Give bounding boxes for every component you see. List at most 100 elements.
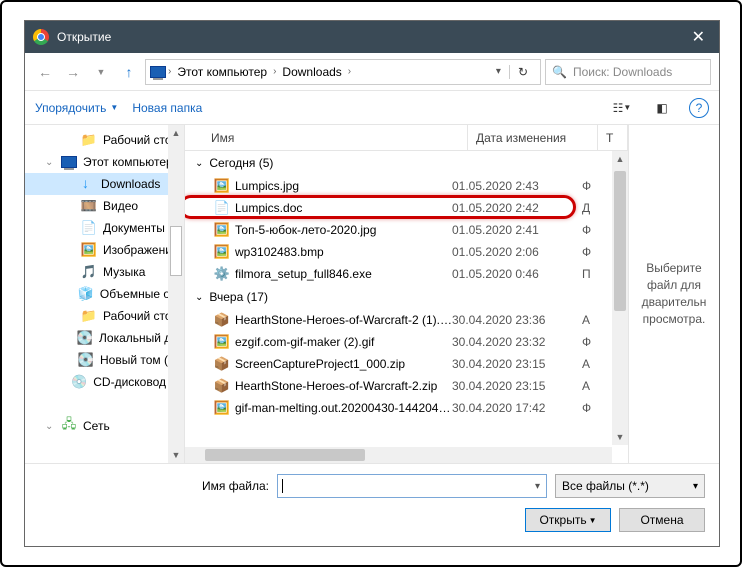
file-icon: 📦 — [213, 378, 231, 394]
file-row[interactable]: 🖼️Lumpics.jpg01.05.2020 2:43Ф — [185, 175, 612, 197]
file-name: Lumpics.doc — [231, 201, 452, 215]
file-type: Ф — [582, 223, 612, 237]
recent-dropdown[interactable]: ▼ — [89, 60, 113, 84]
file-row[interactable]: 🖼️ezgif.com-gif-maker (2).gif30.04.2020 … — [185, 331, 612, 353]
chevron-icon[interactable]: › — [273, 66, 276, 77]
list-scrollbar-v[interactable]: ▲▼ — [612, 151, 628, 445]
organize-menu[interactable]: Упорядочить▼ — [35, 101, 118, 115]
file-icon: 🖼️ — [213, 334, 231, 350]
file-row[interactable]: 📦HearthStone-Heroes-of-Warcraft-2 (1).zi… — [185, 309, 612, 331]
sidebar-item-label: Документы — [103, 221, 165, 235]
file-type: Ф — [582, 401, 612, 415]
file-icon: 🖼️ — [213, 244, 231, 260]
file-type: Д — [582, 201, 612, 215]
file-type: А — [582, 313, 612, 327]
file-row[interactable]: 🖼️gif-man-melting.out.20200430-144204.gi… — [185, 397, 612, 419]
navigation-row: ← → ▼ ↑ › Этот компьютер › Downloads › ▾… — [25, 53, 719, 91]
sidebar-item[interactable]: ⌄Этот компьютер — [25, 151, 184, 173]
dialog-title: Открытие — [57, 30, 686, 44]
sidebar-item[interactable]: Downloads — [25, 173, 184, 195]
file-row[interactable]: ⚙️filmora_setup_full846.exe01.05.2020 0:… — [185, 263, 612, 285]
file-date: 01.05.2020 2:41 — [452, 223, 582, 237]
file-type: А — [582, 379, 612, 393]
file-date: 01.05.2020 0:46 — [452, 267, 582, 281]
breadcrumb[interactable]: › Этот компьютер › Downloads › ▾ ↻ — [145, 59, 541, 85]
file-type: Ф — [582, 335, 612, 349]
group-header[interactable]: ⌄Вчера (17) — [185, 285, 612, 309]
chevron-icon[interactable]: › — [168, 66, 171, 77]
file-name: filmora_setup_full846.exe — [231, 267, 452, 281]
file-icon: 🖼️ — [213, 400, 231, 416]
sidebar-item[interactable]: 📄Документы — [25, 217, 184, 239]
view-mode-button[interactable]: ☷ ▼ — [609, 97, 635, 119]
up-button[interactable]: ↑ — [117, 60, 141, 84]
sidebar-item[interactable] — [25, 393, 184, 415]
search-icon: 🔍 — [552, 65, 567, 79]
sidebar-item-label: Downloads — [101, 177, 160, 191]
search-input[interactable]: 🔍 Поиск: Downloads — [545, 59, 711, 85]
preview-pane-button[interactable]: ◧ — [649, 97, 675, 119]
file-name: Топ-5-юбок-лето-2020.jpg — [231, 223, 452, 237]
sidebar-item[interactable]: 🖼️Изображения — [25, 239, 184, 261]
file-date: 01.05.2020 2:06 — [452, 245, 582, 259]
sidebar-item[interactable]: 🎵Музыка — [25, 261, 184, 283]
file-icon: 🖼️ — [213, 222, 231, 238]
file-icon: 📦 — [213, 356, 231, 372]
sidebar-scrollbar[interactable]: ▲▼ — [168, 125, 184, 463]
forward-button: → — [61, 60, 85, 84]
header-name[interactable]: Имя — [185, 125, 468, 150]
address-dropdown[interactable]: ▾ — [490, 66, 507, 77]
close-button[interactable]: ✕ — [686, 27, 711, 47]
file-name: gif-man-melting.out.20200430-144204.gif — [231, 401, 452, 415]
file-name: HearthStone-Heroes-of-Warcraft-2.zip — [231, 379, 452, 393]
file-row[interactable]: 🖼️wp3102483.bmp01.05.2020 2:06Ф — [185, 241, 612, 263]
file-date: 01.05.2020 2:42 — [452, 201, 582, 215]
chevron-icon[interactable]: › — [348, 66, 351, 77]
header-type[interactable]: Т — [598, 125, 628, 150]
titlebar: Открытие ✕ — [25, 21, 719, 53]
cancel-button[interactable]: Отмена — [619, 508, 705, 532]
sidebar-item[interactable]: 🎞️Видео — [25, 195, 184, 217]
sidebar-item[interactable]: 📁Рабочий стол — [25, 129, 184, 151]
file-name: wp3102483.bmp — [231, 245, 452, 259]
help-button[interactable]: ? — [689, 98, 709, 118]
filename-input[interactable]: ▾ — [277, 474, 547, 498]
sidebar-item[interactable]: 💽Новый том (D:) — [25, 349, 184, 371]
sidebar-item[interactable]: 📁Рабочий стол — [25, 305, 184, 327]
file-date: 01.05.2020 2:43 — [452, 179, 582, 193]
filter-select[interactable]: Все файлы (*.*)▾ — [555, 474, 705, 498]
header-date[interactable]: Дата изменения — [468, 125, 598, 150]
pc-icon — [150, 66, 166, 78]
new-folder-button[interactable]: Новая папка — [132, 101, 202, 115]
sidebar-item-label: Музыка — [103, 265, 145, 279]
file-name: ScreenCaptureProject1_000.zip — [231, 357, 452, 371]
sidebar-item[interactable]: 🧊Объемные объ — [25, 283, 184, 305]
filename-label: Имя файла: — [39, 479, 269, 493]
refresh-button[interactable]: ↻ — [509, 65, 536, 79]
sidebar-item-label: Сеть — [83, 419, 110, 433]
file-row[interactable]: 📦ScreenCaptureProject1_000.zip30.04.2020… — [185, 353, 612, 375]
file-name: ezgif.com-gif-maker (2).gif — [231, 335, 452, 349]
file-date: 30.04.2020 23:32 — [452, 335, 582, 349]
file-date: 30.04.2020 23:15 — [452, 357, 582, 371]
file-list: ⌄Сегодня (5)🖼️Lumpics.jpg01.05.2020 2:43… — [185, 151, 628, 463]
file-type: П — [582, 267, 612, 281]
chrome-icon — [33, 29, 49, 45]
file-type: Ф — [582, 245, 612, 259]
back-button[interactable]: ← — [33, 60, 57, 84]
file-icon: ⚙️ — [213, 266, 231, 282]
file-row[interactable]: 🖼️Топ-5-юбок-лето-2020.jpg01.05.2020 2:4… — [185, 219, 612, 241]
toolbar: Упорядочить▼ Новая папка ☷ ▼ ◧ ? — [25, 91, 719, 125]
file-row[interactable]: 📄Lumpics.doc01.05.2020 2:42Д — [185, 197, 612, 219]
open-button[interactable]: Открыть▼ — [525, 508, 611, 532]
list-scrollbar-h[interactable] — [185, 447, 612, 463]
sidebar-item[interactable]: 💿CD-дисковод (F: — [25, 371, 184, 393]
file-icon: 📄 — [213, 200, 231, 216]
breadcrumb-root[interactable]: Этот компьютер — [173, 63, 271, 81]
file-icon: 🖼️ — [213, 178, 231, 194]
sidebar-item[interactable]: 💽Локальный дис — [25, 327, 184, 349]
sidebar-item[interactable]: ⌄🖧Сеть — [25, 415, 184, 437]
file-row[interactable]: 📦HearthStone-Heroes-of-Warcraft-2.zip30.… — [185, 375, 612, 397]
group-header[interactable]: ⌄Сегодня (5) — [185, 151, 612, 175]
breadcrumb-leaf[interactable]: Downloads — [278, 63, 345, 81]
